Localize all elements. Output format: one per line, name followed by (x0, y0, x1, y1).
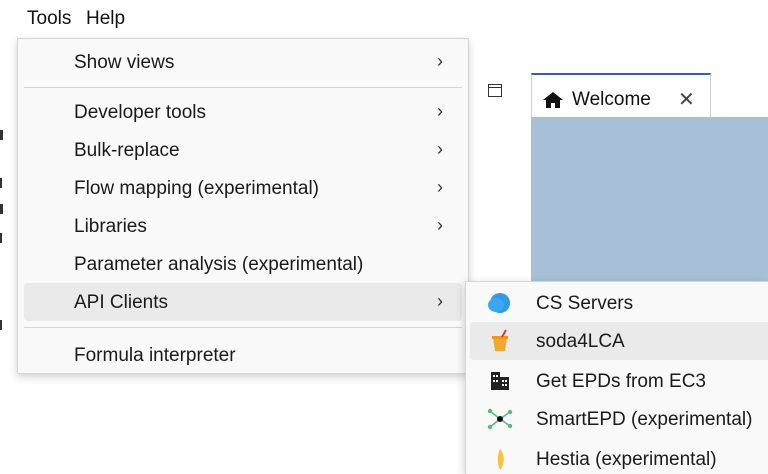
tab-welcome[interactable]: Welcome ✕ (531, 73, 711, 117)
chevron-right-icon: › (437, 291, 443, 311)
menu-item-parameter-analysis[interactable]: Parameter analysis (experimental) (24, 245, 462, 283)
background-fragment (0, 130, 3, 140)
menu-item-bulk-replace[interactable]: Bulk-replace › (24, 131, 462, 169)
chevron-right-icon: › (437, 139, 443, 159)
background-navigator-edge (0, 38, 18, 474)
menu-separator (24, 87, 462, 88)
menu-item-label: Formula interpreter (74, 345, 236, 366)
menu-item-label: Libraries (74, 216, 147, 237)
network-icon (487, 408, 513, 430)
chevron-right-icon: › (437, 215, 443, 235)
background-fragment (0, 233, 2, 243)
menu-item-developer-tools[interactable]: Developer tools › (24, 93, 462, 131)
background-toolbar (468, 38, 768, 74)
menu-item-label: Bulk-replace (74, 140, 180, 161)
tab-welcome-label: Welcome (572, 89, 651, 110)
menu-item-label: Parameter analysis (experimental) (74, 254, 364, 275)
buildings-icon (491, 372, 509, 390)
submenu-item-label: soda4LCA (536, 331, 625, 352)
tools-menu: Show views › Developer tools › Bulk-repl… (17, 38, 469, 374)
leaf-icon (497, 449, 504, 470)
soda-icon (492, 329, 508, 351)
menu-item-label: Show views (74, 52, 175, 73)
submenu-item-smartepd[interactable]: SmartEPD (experimental) (470, 400, 768, 438)
cloud-icon (488, 293, 510, 313)
maximize-panel-icon[interactable] (488, 84, 502, 97)
close-icon[interactable]: ✕ (678, 87, 695, 112)
menu-separator (24, 327, 462, 328)
background-fragment (0, 204, 3, 214)
submenu-item-label: Hestia (experimental) (536, 449, 717, 470)
submenu-item-label: Get EPDs from EC3 (536, 371, 706, 392)
welcome-page (531, 117, 768, 283)
menu-item-flow-mapping[interactable]: Flow mapping (experimental) › (24, 169, 462, 207)
menu-item-formula-interpreter[interactable]: Formula interpreter (24, 336, 462, 374)
menubar-tools[interactable]: Tools (27, 8, 71, 30)
submenu-item-soda4lca[interactable]: soda4LCA (470, 322, 768, 360)
chevron-right-icon: › (437, 101, 443, 121)
submenu-item-ec3[interactable]: Get EPDs from EC3 (470, 362, 768, 400)
menu-item-show-views[interactable]: Show views › (24, 43, 462, 81)
submenu-item-cs-servers[interactable]: CS Servers (470, 284, 768, 322)
chevron-right-icon: › (437, 177, 443, 197)
menu-bar: Tools Help (0, 0, 768, 38)
menu-item-libraries[interactable]: Libraries › (24, 207, 462, 245)
api-clients-submenu: CS Servers soda4LCA Get EPDs from EC3 Sm… (465, 281, 768, 474)
background-fragment (0, 178, 2, 188)
menu-item-api-clients[interactable]: API Clients › (24, 283, 462, 321)
background-fragment (0, 320, 2, 330)
submenu-item-hestia[interactable]: Hestia (experimental) (470, 440, 768, 474)
menubar-help[interactable]: Help (86, 8, 125, 30)
submenu-item-label: SmartEPD (experimental) (536, 409, 753, 430)
submenu-item-label: CS Servers (536, 293, 634, 314)
menu-item-label: API Clients (74, 292, 168, 313)
menu-item-label: Developer tools (74, 102, 207, 123)
home-icon (543, 92, 563, 108)
menu-item-label: Flow mapping (experimental) (74, 178, 319, 199)
chevron-right-icon: › (437, 51, 443, 71)
